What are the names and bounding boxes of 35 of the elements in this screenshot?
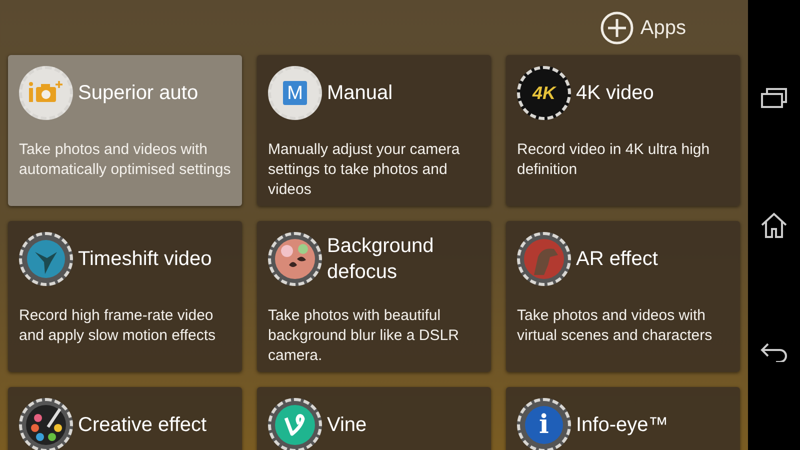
mode-description: Record video in 4K ultra high definition [517, 140, 711, 180]
mode-tile[interactable]: Timeshift video Record high frame-rate video and apply slow motion effects [8, 221, 242, 372]
home-icon[interactable] [760, 212, 788, 238]
mode-tile[interactable]: i Info-eye™ [506, 387, 740, 450]
mode-title: Info-eye™ [576, 413, 668, 438]
mode-title: Superior auto [78, 81, 198, 106]
resolution-label: 4K [532, 84, 556, 102]
mode-title: Creative effect [78, 413, 207, 438]
mode-title: AR effect [576, 247, 658, 272]
mode-description: Take photos with beautiful background blur like a DSLR camera. [268, 306, 460, 366]
mode-title: Background defocus [327, 234, 435, 285]
mode-title: Vine [327, 413, 367, 438]
palette-icon [26, 405, 66, 445]
back-icon[interactable] [760, 342, 788, 362]
mode-tile[interactable]: 4K 4K video Record video in 4K ultra high definition [506, 55, 740, 206]
recent-apps-icon[interactable] [761, 88, 787, 108]
mode-title: Manual [327, 81, 393, 106]
mode-description: Take photos and videos with virtual scenes and characters [517, 306, 714, 346]
mode-description: Take photos and videos with automatically optimised settings [19, 140, 231, 180]
apps-button[interactable]: Apps [600, 10, 686, 44]
mode-description: Record high frame-rate video and apply slow motion effects [19, 306, 217, 346]
mode-tile[interactable]: Vine [257, 387, 491, 450]
mode-title: Timeshift video [78, 247, 212, 272]
mode-tile[interactable]: AR effect Take photos and videos with virtual scenes and characters [506, 221, 740, 372]
mode-tile[interactable]: Background defocus Take photos with beautiful background blur like a DSLR camera. [257, 221, 491, 372]
mode-title: 4K video [576, 81, 654, 106]
plus-circle-icon [600, 10, 634, 44]
info-badge: i [525, 406, 563, 444]
vine-logo-icon [275, 405, 315, 445]
mode-tile[interactable]: Superior auto Take photos and videos with automatically optimised settings [8, 55, 242, 206]
mode-description: Manually adjust your camera settings to take photos and videos [268, 140, 461, 200]
mode-tile[interactable]: M Manual Manually adjust your camera settings to take photos and videos [257, 55, 491, 206]
manual-badge: M [283, 81, 307, 105]
mode-tile[interactable]: Creative effect [8, 387, 242, 450]
blurred-leaves-icon [275, 239, 315, 279]
